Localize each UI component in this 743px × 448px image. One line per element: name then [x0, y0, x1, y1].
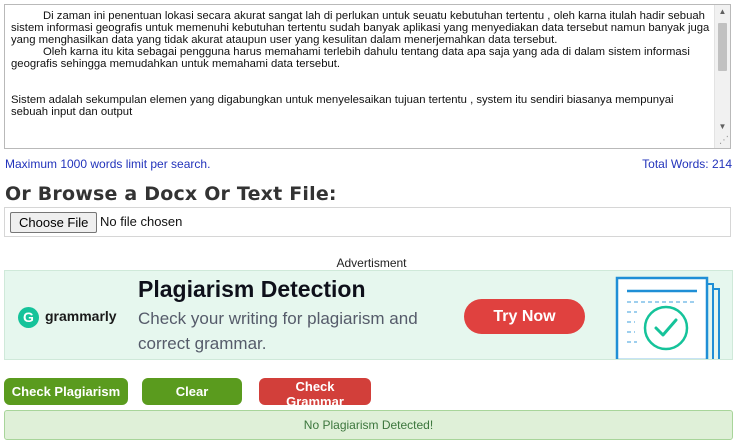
file-status-text: No file chosen	[100, 214, 183, 229]
scroll-down-arrow-icon[interactable]: ▼	[715, 120, 730, 134]
result-status-banner: No Plagiarism Detected!	[4, 410, 733, 440]
paragraph-2: Oleh karna itu kita sebagai pengguna har…	[11, 46, 690, 70]
resize-grip-icon[interactable]: ⋰	[717, 135, 729, 147]
advertisement-label: Advertisment	[336, 256, 407, 270]
choose-file-button[interactable]: Choose File	[10, 212, 98, 233]
try-now-button[interactable]: Try Now	[464, 299, 585, 334]
paragraph-1: Di zaman ini penentuan lokasi secara aku…	[11, 10, 710, 46]
document-check-icon	[615, 276, 720, 359]
browse-file-heading: Or Browse a Docx Or Text File:	[5, 183, 337, 205]
action-buttons: Check Plagiarism Clear Check Grammar	[0, 378, 743, 409]
ad-subtitle: Check your writing for plagiarism and co…	[138, 309, 418, 353]
vertical-scrollbar[interactable]: ▲ ▼	[714, 5, 730, 148]
check-grammar-button[interactable]: Check Grammar	[259, 378, 371, 409]
text-input-area[interactable]: Di zaman ini penentuan lokasi secara aku…	[4, 4, 731, 149]
grammarly-brand-name: grammarly	[45, 308, 117, 324]
check-plagiarism-button[interactable]: Check Plagiarism	[4, 378, 128, 405]
advertisement-banner[interactable]: G grammarly Plagiarism Detection Check y…	[4, 270, 733, 360]
total-words-counter: Total Words: 214	[642, 157, 732, 171]
word-limit-note: Maximum 1000 words limit per search.	[5, 157, 211, 171]
paragraph-3: Sistem adalah sekumpulan elemen yang dig…	[11, 94, 674, 118]
ad-title: Plagiarism Detection	[138, 276, 366, 302]
grammarly-logo-icon: G	[18, 307, 39, 328]
clear-button[interactable]: Clear	[142, 378, 242, 405]
scroll-thumb[interactable]	[718, 23, 727, 71]
text-content[interactable]: Di zaman ini penentuan lokasi secara aku…	[11, 10, 711, 118]
file-upload-box: Choose File No file chosen	[4, 207, 731, 237]
scroll-up-arrow-icon[interactable]: ▲	[715, 5, 730, 19]
